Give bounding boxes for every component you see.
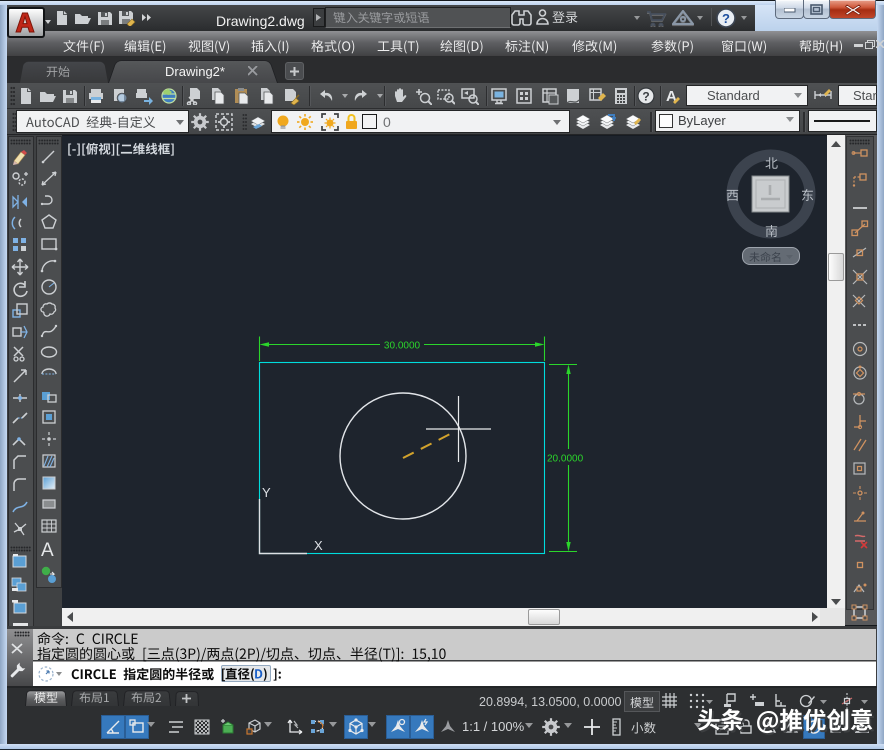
svg-text:30.0000: 30.0000 xyxy=(384,341,421,352)
svg-text:X: X xyxy=(314,538,323,553)
svg-text:?: ? xyxy=(722,11,730,26)
svg-text:?: ? xyxy=(642,90,649,104)
svg-text:Y: Y xyxy=(262,485,271,500)
svg-text:20.0000: 20.0000 xyxy=(547,454,584,465)
